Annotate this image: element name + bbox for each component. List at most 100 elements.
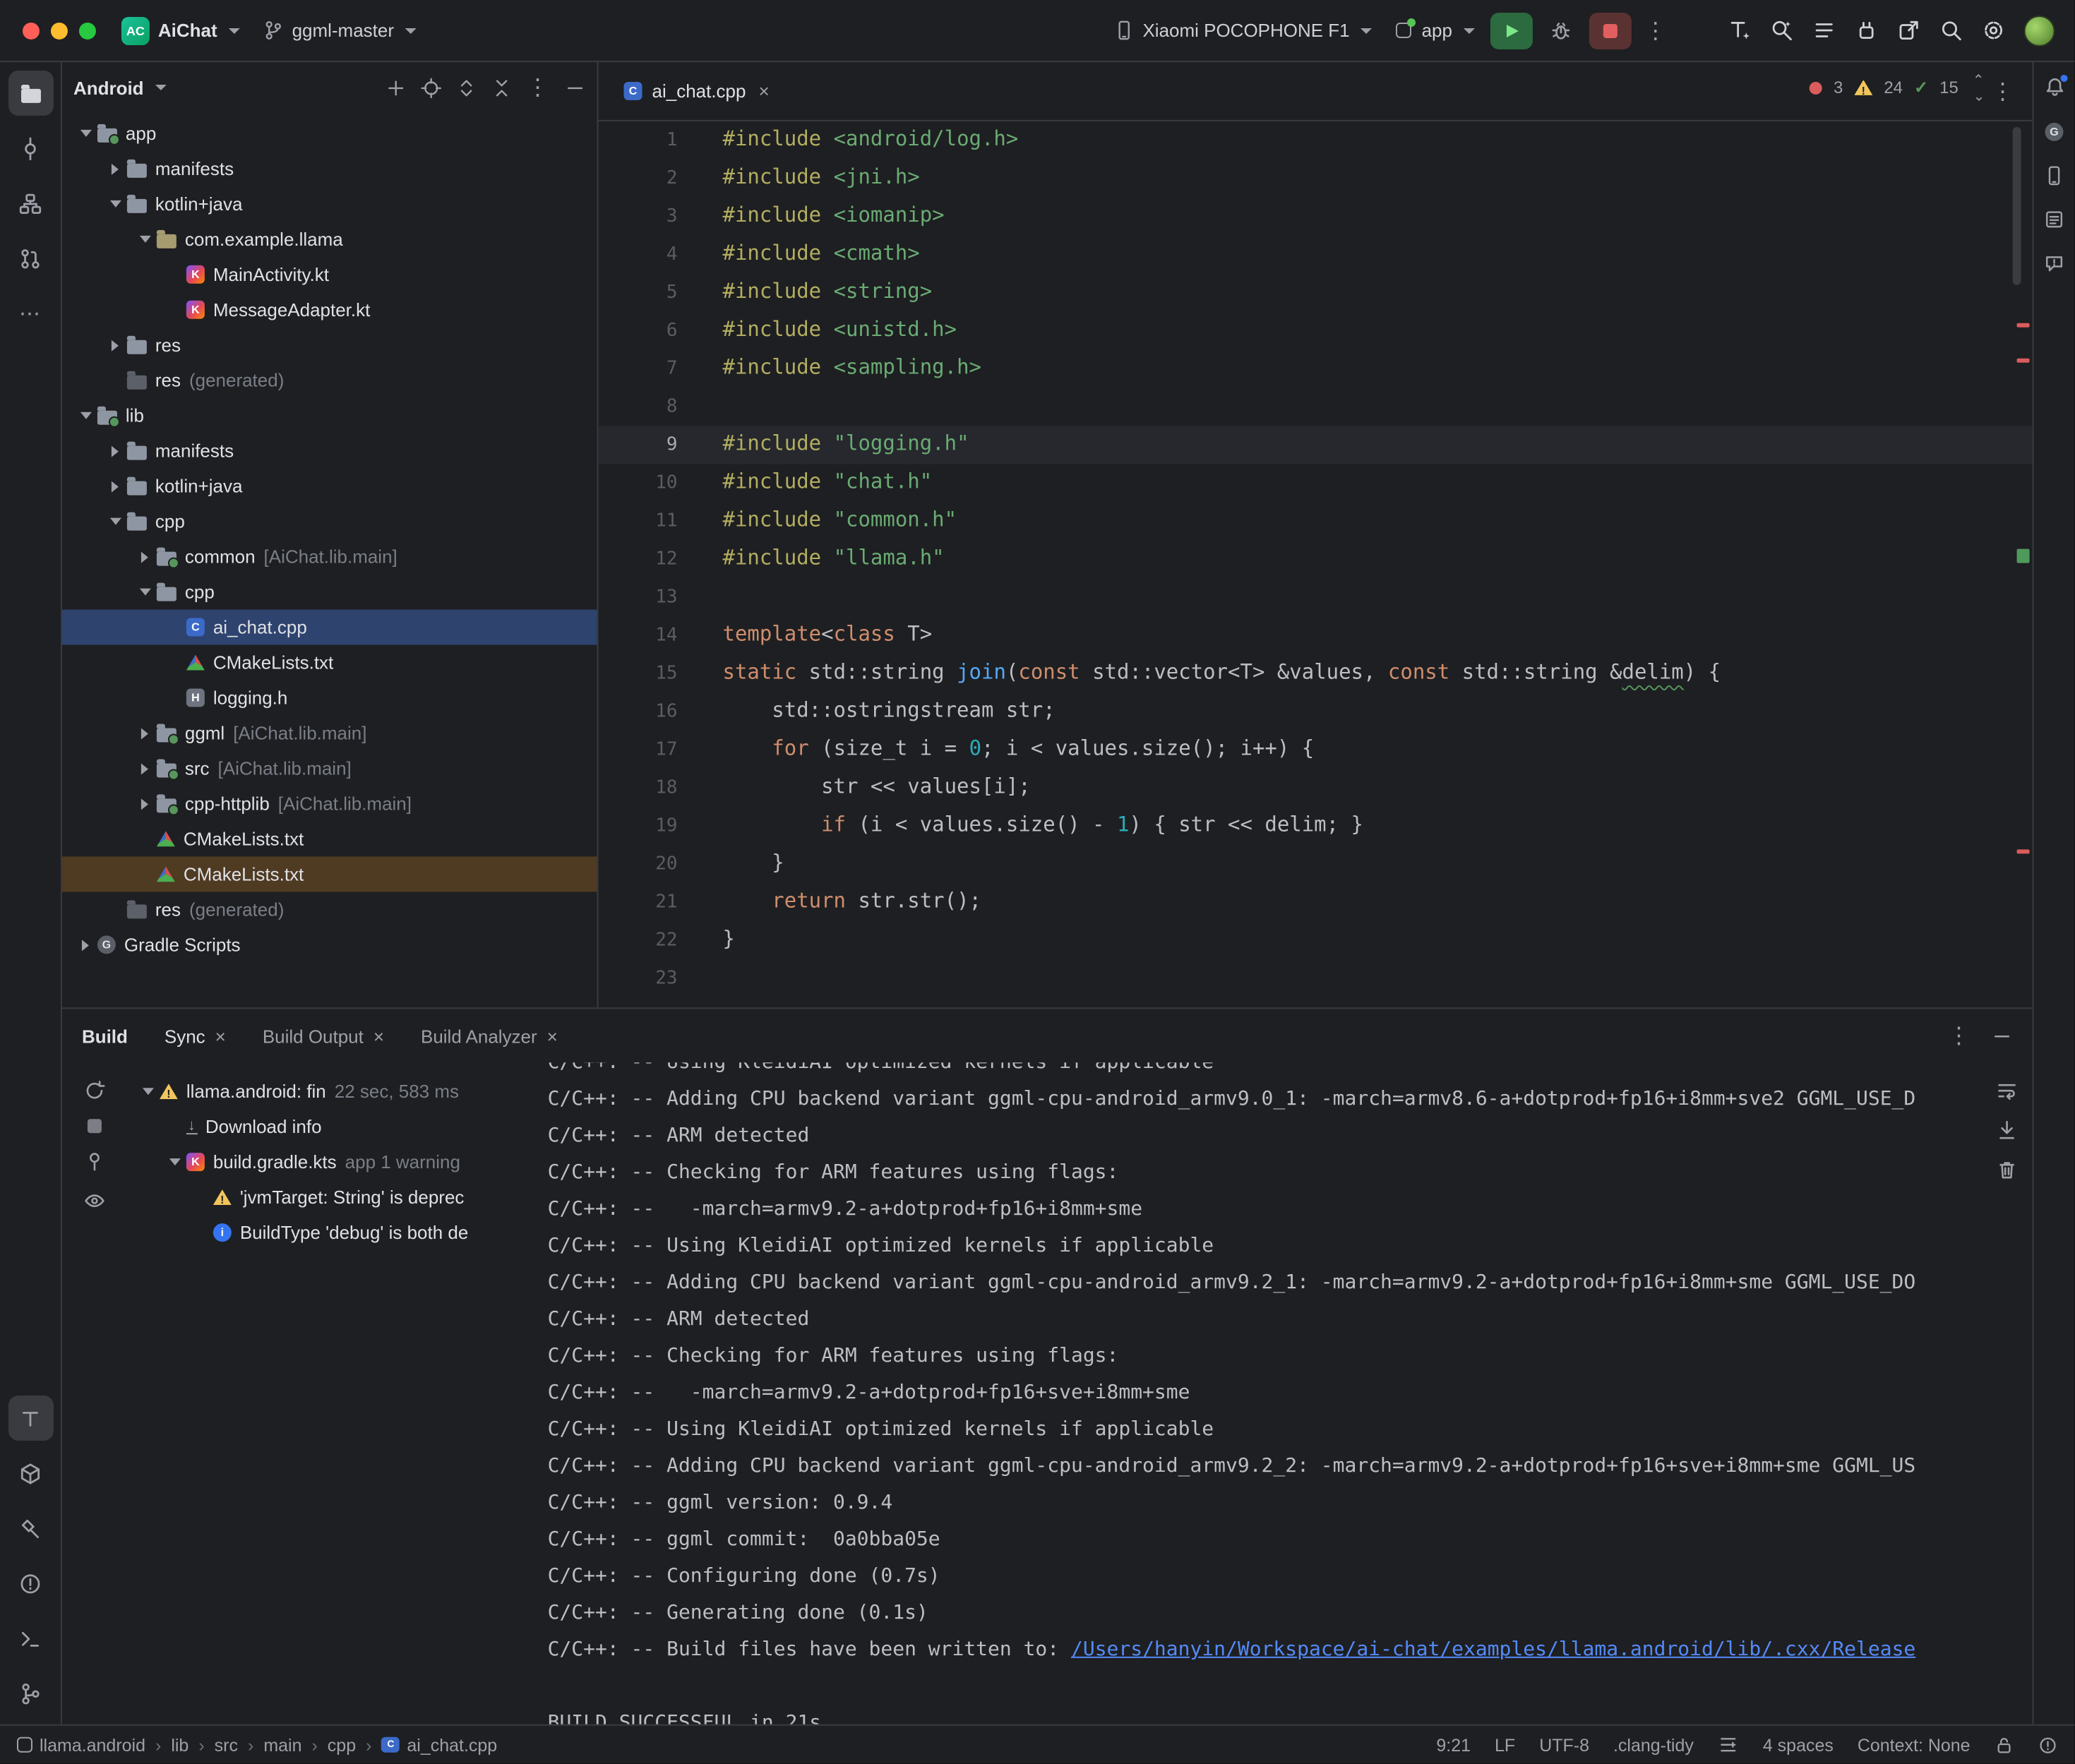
settings-gear-icon[interactable] <box>1982 18 2006 42</box>
build-tree-item-download-info[interactable]: ↓Download info <box>127 1109 537 1144</box>
plugin-icon[interactable] <box>1855 18 1879 42</box>
code-line-11[interactable]: 11#include "common.h" <box>599 503 2033 541</box>
filter-eye-icon[interactable] <box>83 1189 106 1212</box>
dependencies-tool-button[interactable] <box>8 1451 53 1496</box>
ai-edit-icon[interactable] <box>1728 18 1752 42</box>
change-stripe-mark[interactable] <box>2017 549 2030 563</box>
build-panel-title[interactable]: Build <box>82 1025 128 1046</box>
code-line-17[interactable]: 17 for (size_t i = 0; i < values.size();… <box>599 731 2033 769</box>
tree-item-lib[interactable]: lib <box>62 398 597 433</box>
inspection-navigation[interactable]: ⌃⌃ <box>1973 76 1985 99</box>
commit-tool-button[interactable] <box>8 126 53 171</box>
tree-item-cpp[interactable]: cpp <box>62 575 597 610</box>
ai-search-icon[interactable] <box>1770 18 1794 42</box>
error-stripe-mark[interactable] <box>2017 323 2030 328</box>
clear-console-icon[interactable] <box>1996 1158 2019 1181</box>
logcat-tool-button[interactable] <box>2038 202 2071 236</box>
caret-position[interactable]: 9:21 <box>1436 1735 1471 1755</box>
notifications-tool-button[interactable] <box>2038 71 2071 104</box>
code-line-2[interactable]: 2#include <jni.h> <box>599 160 2033 198</box>
pull-request-tool-button[interactable] <box>8 236 53 281</box>
problems-tool-button[interactable] <box>8 1561 53 1606</box>
tree-item-cpp[interactable]: cpp <box>62 504 597 539</box>
user-avatar[interactable] <box>2024 15 2055 46</box>
locate-file-icon[interactable] <box>421 77 442 98</box>
build-tree-item-llama-android-fin[interactable]: llama.android: fin22 sec, 583 ms <box>127 1074 537 1109</box>
tree-item-res[interactable]: res <box>62 328 597 363</box>
minimize-window-button[interactable] <box>51 22 68 39</box>
code-line-9[interactable]: 9#include "logging.h" <box>599 426 2033 464</box>
scroll-to-end-icon[interactable] <box>1996 1119 2019 1141</box>
chevron-collapsed-icon[interactable] <box>133 798 157 809</box>
error-stripe-mark[interactable] <box>2017 359 2030 363</box>
tree-item-ggml[interactable]: ggml[AiChat.lib.main] <box>62 715 597 750</box>
chevron-expanded-icon[interactable] <box>73 130 97 137</box>
code-line-10[interactable]: 10#include "chat.h" <box>599 464 2033 503</box>
device-selector[interactable]: Xiaomi POCOPHONE F1 <box>1102 14 1384 47</box>
chevron-collapsed-icon[interactable] <box>73 939 97 950</box>
chevron-expanded-icon[interactable] <box>73 412 97 419</box>
code-area[interactable]: 1#include <android/log.h>2#include <jni.… <box>599 121 2033 1007</box>
tree-item-com-example-llama[interactable]: com.example.llama <box>62 222 597 257</box>
editor-tab-ai-chat-cpp[interactable]: C ai_chat.cpp × <box>607 62 787 120</box>
chevron-expanded-icon[interactable] <box>103 518 127 525</box>
run-configuration-selector[interactable]: app <box>1384 14 1486 47</box>
code-line-22[interactable]: 22} <box>599 921 2033 959</box>
code-line-5[interactable]: 5#include <string> <box>599 274 2033 312</box>
line-separator[interactable]: LF <box>1495 1735 1515 1755</box>
zoom-window-button[interactable] <box>79 22 96 39</box>
chevron-expanded-icon[interactable] <box>103 200 127 208</box>
stop-sync-icon[interactable] <box>88 1119 102 1133</box>
device-manager-tool-button[interactable] <box>2038 158 2071 192</box>
column-guide-icon[interactable] <box>1718 1734 1739 1756</box>
chevron-expanded-icon[interactable] <box>162 1158 186 1165</box>
collapse-all-icon[interactable] <box>491 77 513 98</box>
close-tab-icon[interactable]: × <box>547 1025 558 1046</box>
code-line-23[interactable]: 23 <box>599 959 2033 997</box>
code-line-20[interactable]: 20 } <box>599 845 2033 883</box>
tree-item-src[interactable]: src[AiChat.lib.main] <box>62 750 597 786</box>
lock-icon[interactable] <box>1995 1735 2014 1755</box>
more-tool-windows-button[interactable]: ⋯ <box>8 291 53 336</box>
app-insights-tool-button[interactable] <box>2038 246 2071 280</box>
file-encoding[interactable]: UTF-8 <box>1539 1735 1589 1755</box>
translation-tool-button[interactable] <box>8 1396 53 1441</box>
chevron-collapsed-icon[interactable] <box>103 481 127 492</box>
tree-item-manifests[interactable]: manifests <box>62 151 597 186</box>
code-line-19[interactable]: 19 if (i < values.size() - 1) { str << d… <box>599 807 2033 845</box>
tree-item-kotlin-java[interactable]: kotlin+java <box>62 469 597 504</box>
breadcrumb-llama-android[interactable]: llama.android <box>17 1735 145 1755</box>
tree-item-gradle-scripts[interactable]: GGradle Scripts <box>62 927 597 962</box>
build-console[interactable]: C/C++: -- Using KleidiAI optimized kerne… <box>537 1062 1982 1724</box>
project-panel-options-icon[interactable]: ⋮ <box>527 73 551 102</box>
tree-item-manifests[interactable]: manifests <box>62 433 597 469</box>
close-tab-icon[interactable]: × <box>215 1025 226 1046</box>
code-line-16[interactable]: 16 std::ostringstream str; <box>599 693 2033 731</box>
close-tab-icon[interactable]: × <box>373 1025 384 1046</box>
chevron-collapsed-icon[interactable] <box>133 551 157 563</box>
tree-item-ai-chat-cpp[interactable]: Cai_chat.cpp <box>62 610 597 645</box>
run-button[interactable] <box>1490 12 1533 49</box>
chevron-collapsed-icon[interactable] <box>133 762 157 774</box>
code-line-18[interactable]: 18 str << values[i]; <box>599 769 2033 807</box>
tree-item-app[interactable]: app <box>62 116 597 151</box>
stop-button[interactable] <box>1589 12 1632 49</box>
build-tab-sync[interactable]: Sync× <box>165 1025 226 1046</box>
chevron-expanded-icon[interactable] <box>133 236 157 243</box>
project-view-mode[interactable]: Android <box>73 77 144 98</box>
chevron-expanded-icon[interactable] <box>136 1088 160 1095</box>
breadcrumb-src[interactable]: src <box>215 1735 238 1755</box>
build-tab-build-output[interactable]: Build Output× <box>263 1025 384 1046</box>
editor-scrollbar-thumb[interactable] <box>2013 127 2021 285</box>
tree-item-kotlin-java[interactable]: kotlin+java <box>62 186 597 222</box>
chevron-collapsed-icon[interactable] <box>133 727 157 738</box>
tree-item-common[interactable]: common[AiChat.lib.main] <box>62 539 597 575</box>
build-tool-button[interactable] <box>8 1506 53 1551</box>
code-line-3[interactable]: 3#include <iomanip> <box>599 198 2033 236</box>
code-line-8[interactable]: 8 <box>599 388 2033 426</box>
error-stripe-mark[interactable] <box>2017 849 2030 853</box>
vcs-branch-widget[interactable]: ggml-master <box>251 14 428 47</box>
clang-tidy-status[interactable]: .clang-tidy <box>1613 1735 1694 1755</box>
run-more-options-icon[interactable]: ⋮ <box>1636 16 1677 44</box>
code-line-14[interactable]: 14template<class T> <box>599 617 2033 655</box>
